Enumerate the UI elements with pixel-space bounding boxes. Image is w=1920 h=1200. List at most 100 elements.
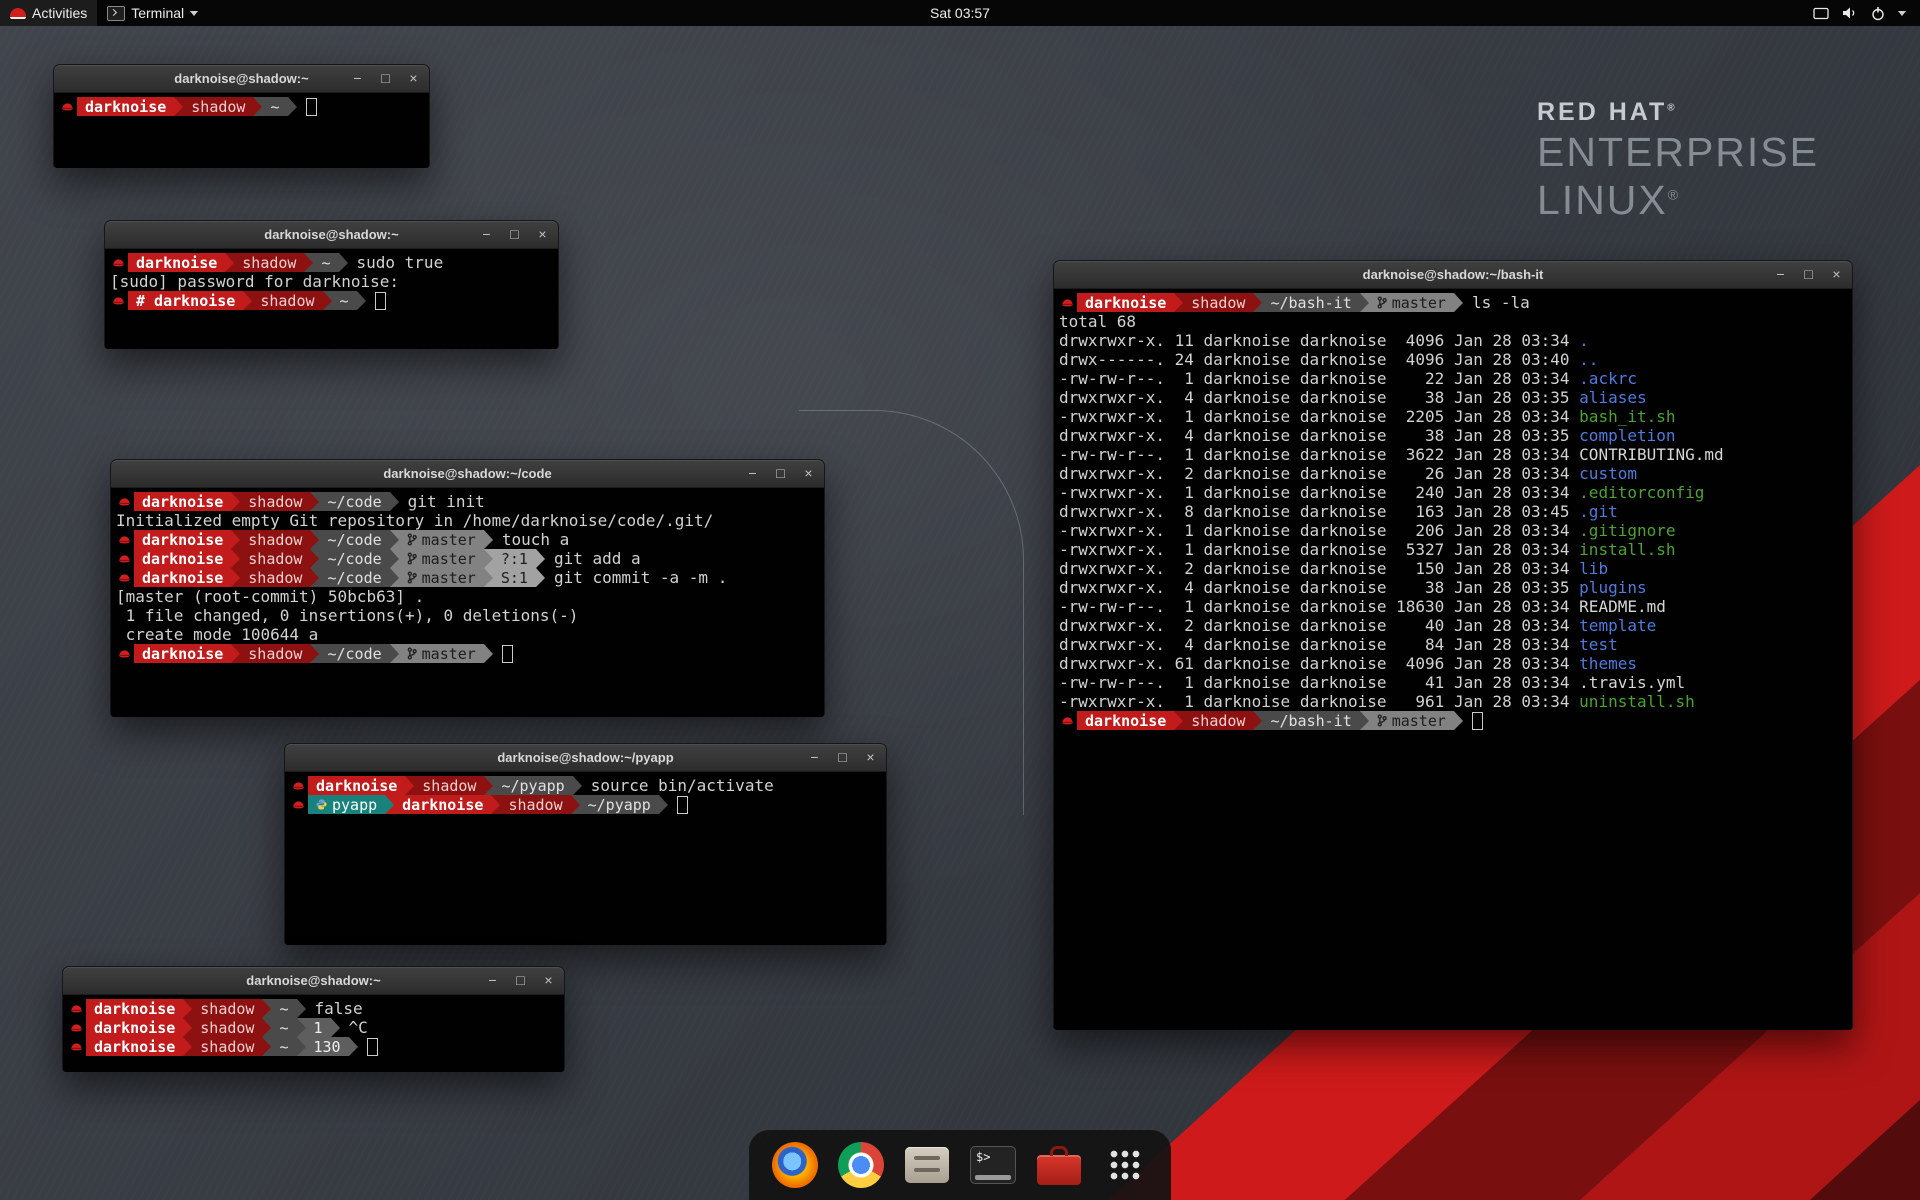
redhat-prompt-icon (292, 781, 305, 791)
terminal-content[interactable]: darknoiseshadow~falsedarknoiseshadow~1^C… (63, 995, 564, 1072)
output-line: -rw-rw-r--. 1 darknoise darknoise 3622 J… (1059, 445, 1847, 464)
segment-separator (304, 253, 313, 272)
output-text: -rw-rw-r--. 1 darknoise darknoise 22 Jan… (1059, 369, 1579, 388)
file-name: . (1579, 331, 1589, 350)
separator-arrow (1360, 711, 1369, 730)
firefox-icon (772, 1142, 818, 1188)
separator-arrow (231, 530, 240, 549)
prompt-segment-host: shadow (240, 492, 310, 511)
output-text: drwxrwxr-x. 61 darknoise darknoise 4096 … (1059, 654, 1579, 673)
separator-arrow (659, 795, 668, 814)
terminal-content[interactable]: darknoiseshadow~sudo true[sudo] password… (105, 249, 558, 349)
terminal-content[interactable]: darknoiseshadow~/bash-itmasterls -latota… (1054, 289, 1852, 1030)
segment-separator (1253, 711, 1262, 730)
redhat-prompt-icon (1061, 716, 1074, 726)
maximize-button[interactable]: □ (1802, 268, 1815, 281)
output-line: -rwxrwxr-x. 1 darknoise darknoise 5327 J… (1059, 540, 1847, 559)
maximize-button[interactable]: □ (379, 72, 392, 85)
minimize-button[interactable]: − (480, 228, 493, 241)
output-text: -rwxrwxr-x. 1 darknoise darknoise 240 Ja… (1059, 483, 1579, 502)
close-button[interactable]: × (542, 974, 555, 987)
file-name: .. (1579, 350, 1598, 369)
terminal-content[interactable]: darknoiseshadow~/codegit initInitialized… (111, 488, 824, 717)
minimize-button[interactable]: − (746, 467, 759, 480)
file-name: CONTRIBUTING.md (1579, 445, 1724, 464)
titlebar[interactable]: darknoise@shadow:~/bash-it − □ × (1054, 261, 1852, 289)
segment-separator (390, 644, 399, 663)
close-button[interactable]: × (802, 467, 815, 480)
system-status-area[interactable] (1799, 0, 1920, 26)
command-text: touch a (502, 530, 569, 549)
dock-item-toolbox[interactable] (1035, 1141, 1083, 1189)
output-line: drwxrwxr-x. 2 darknoise darknoise 40 Jan… (1059, 616, 1847, 635)
prompt-segment-user: darknoise (134, 492, 231, 511)
redhat-prompt-icon (70, 1042, 83, 1052)
close-button[interactable]: × (864, 751, 877, 764)
clock[interactable]: Sat 03:57 (920, 0, 1000, 26)
prompt-line: darknoiseshadow~/bash-itmaster (1059, 711, 1847, 730)
minimize-button[interactable]: − (351, 72, 364, 85)
output-line: -rw-rw-r--. 1 darknoise darknoise 18630 … (1059, 597, 1847, 616)
maximize-button[interactable]: □ (774, 467, 787, 480)
prompt-segment-path: ~ (271, 999, 296, 1018)
output-text: -rwxrwxr-x. 1 darknoise darknoise 5327 J… (1059, 540, 1579, 559)
separator-arrow (390, 492, 399, 511)
app-menu-label: Terminal (131, 5, 184, 21)
output-line: total 68 (1059, 312, 1847, 331)
output-line: -rw-rw-r--. 1 darknoise darknoise 22 Jan… (1059, 369, 1847, 388)
separator-arrow (1454, 293, 1463, 312)
dock-item-terminal[interactable]: $> (969, 1141, 1017, 1189)
close-button[interactable]: × (1830, 268, 1843, 281)
prompt-segment-host: shadow (1183, 711, 1253, 730)
prompt-segment-user: darknoise (134, 549, 231, 568)
segment-separator (310, 549, 319, 568)
output-line: drwxrwxr-x. 4 darknoise darknoise 38 Jan… (1059, 578, 1847, 597)
output-line: create mode 100644 a (116, 625, 819, 644)
separator-arrow (310, 530, 319, 549)
separator-arrow (331, 1018, 340, 1037)
minimize-button[interactable]: − (486, 974, 499, 987)
file-name: .ackrc (1579, 369, 1637, 388)
terminal-content[interactable]: darknoiseshadow~ (54, 93, 429, 168)
separator-arrow (310, 549, 319, 568)
activities-button[interactable]: Activities (0, 0, 97, 26)
titlebar[interactable]: darknoise@shadow:~/pyapp − □ × (285, 744, 886, 772)
titlebar[interactable]: darknoise@shadow:~ − □ × (105, 221, 558, 249)
terminal-content[interactable]: darknoiseshadow~/pyappsource bin/activat… (285, 772, 886, 945)
dock-item-firefox[interactable] (771, 1141, 819, 1189)
separator-arrow (339, 253, 348, 272)
segment-separator (183, 1018, 192, 1037)
minimize-button[interactable]: − (1774, 268, 1787, 281)
close-button[interactable]: × (536, 228, 549, 241)
app-menu-terminal[interactable]: Terminal (97, 0, 208, 26)
titlebar[interactable]: darknoise@shadow:~ − □ × (54, 65, 429, 93)
file-name: .travis.yml (1579, 673, 1685, 692)
prompt-segment-host: shadow (234, 253, 304, 272)
dock-item-app-grid[interactable] (1101, 1141, 1149, 1189)
prompt-segment-path: ~/code (319, 568, 389, 587)
prompt-segment-user: darknoise (77, 97, 174, 116)
dock-item-chrome[interactable] (837, 1141, 885, 1189)
separator-arrow (310, 492, 319, 511)
separator-arrow (484, 549, 493, 568)
separator-arrow (349, 1037, 358, 1056)
maximize-button[interactable]: □ (836, 751, 849, 764)
output-text: -rw-rw-r--. 1 darknoise darknoise 3622 J… (1059, 445, 1579, 464)
maximize-button[interactable]: □ (508, 228, 521, 241)
power-icon (1871, 6, 1885, 21)
prompt-line: darknoiseshadow~/codemaster?:1git add a (116, 549, 819, 568)
terminal-cursor (677, 796, 688, 814)
maximize-button[interactable]: □ (514, 974, 527, 987)
minimize-button[interactable]: − (808, 751, 821, 764)
dock-item-files[interactable] (903, 1141, 951, 1189)
prompt-line: darknoiseshadow~/codemasterS:1git commit… (116, 568, 819, 587)
segment-separator (390, 530, 399, 549)
titlebar[interactable]: darknoise@shadow:~ − □ × (63, 967, 564, 995)
prompt-segment-path: ~/code (319, 549, 389, 568)
close-button[interactable]: × (407, 72, 420, 85)
titlebar[interactable]: darknoise@shadow:~/code − □ × (111, 460, 824, 488)
redhat-prompt-icon (118, 497, 131, 507)
prompt-segment-host: shadow (500, 795, 570, 814)
prompt-line: darknoiseshadow~/codegit init (116, 492, 819, 511)
separator-arrow (243, 291, 252, 310)
